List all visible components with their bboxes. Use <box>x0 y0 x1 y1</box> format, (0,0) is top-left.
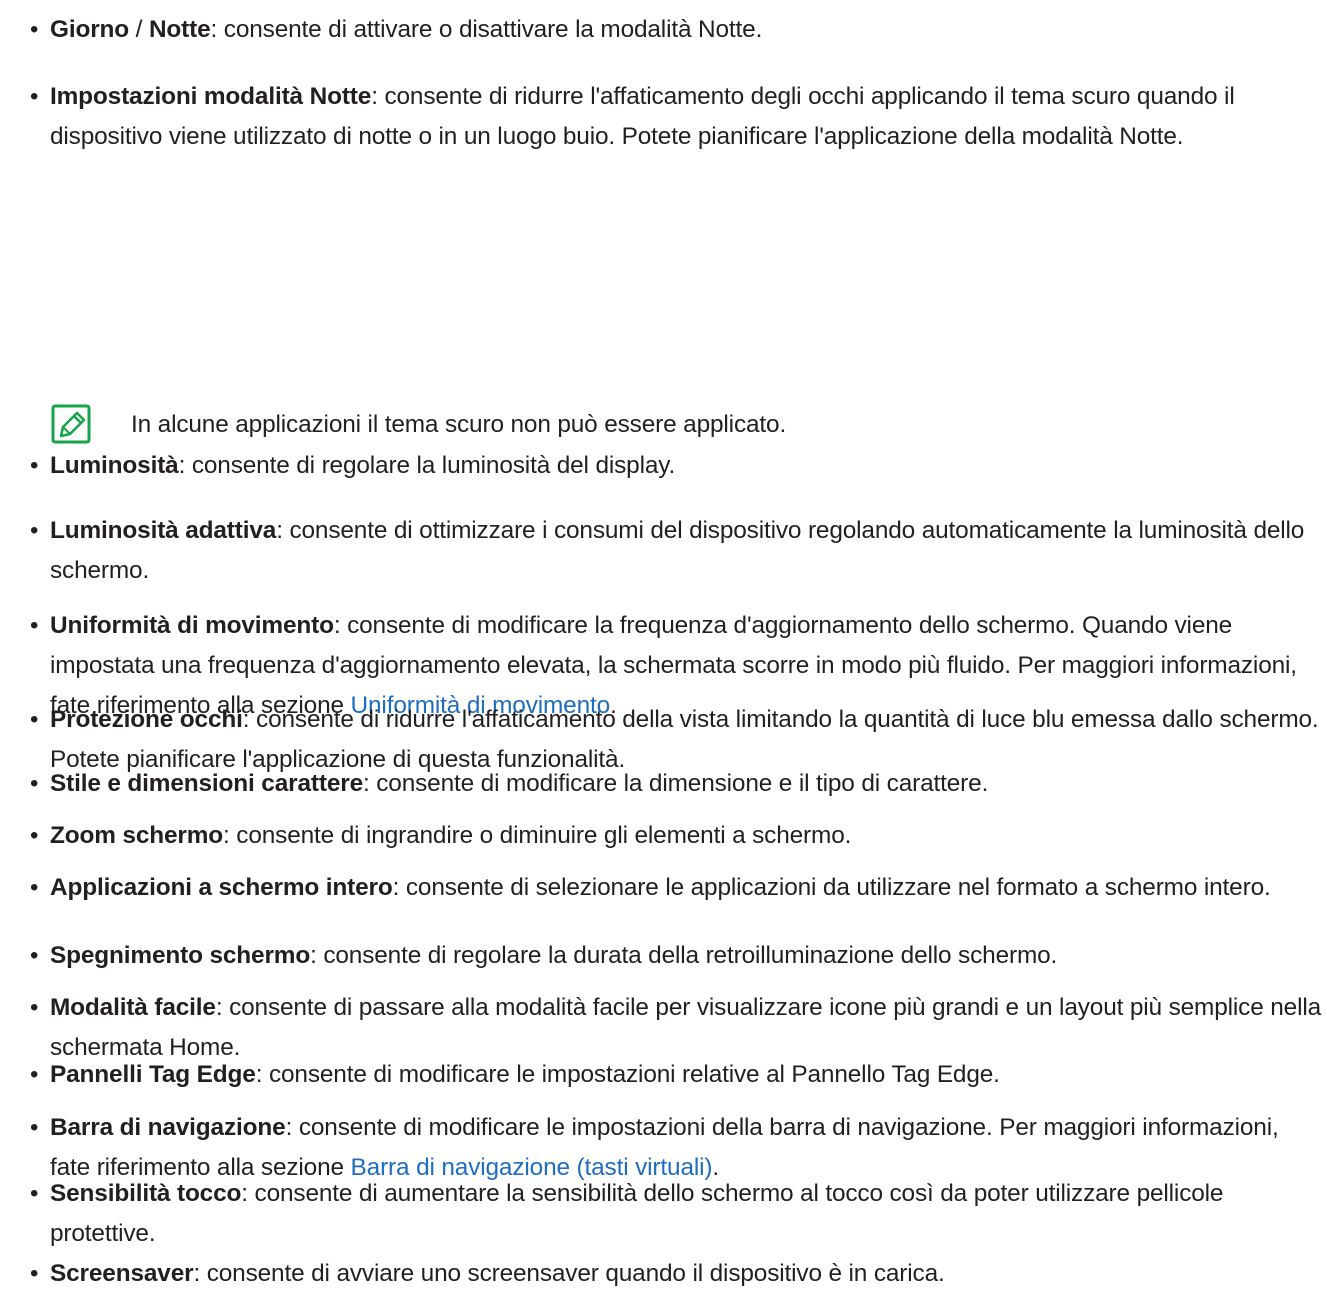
bullet: • <box>30 517 39 544</box>
bullet: • <box>30 942 39 969</box>
item-description: : consente di attivare o disattivare la … <box>210 16 763 43</box>
item-description: : consente di modificare le impostazioni… <box>255 1061 1000 1088</box>
item-term: Protezione occhi <box>50 706 243 733</box>
list-item: • Sensibilità tocco: consente di aumenta… <box>30 1174 1322 1254</box>
bullet: • <box>30 994 39 1021</box>
item-term: Luminosità adattiva <box>50 517 277 544</box>
list-item: • Impostazioni modalità Notte: consente … <box>30 77 1322 157</box>
item-description: : consente di passare alla modalità faci… <box>50 994 1322 1061</box>
bullet: • <box>30 874 39 901</box>
bullet: • <box>30 822 39 849</box>
bullet: • <box>30 706 39 733</box>
item-term: Giorno <box>50 16 130 43</box>
note-text: In alcune applicazioni il tema scuro non… <box>131 411 787 438</box>
item-description: : consente di modificare la dimensione e… <box>363 770 989 797</box>
bullet: • <box>30 612 39 639</box>
item-term: Luminosità <box>50 452 179 479</box>
item-term: Screensaver <box>50 1260 194 1287</box>
item-separator: / <box>129 16 149 43</box>
list-item: • Zoom schermo: consente di ingrandire o… <box>30 816 1322 856</box>
note-callout: In alcune applicazioni il tema scuro non… <box>50 403 1250 447</box>
bullet: • <box>30 770 39 797</box>
item-term: Applicazioni a schermo intero <box>50 874 393 901</box>
bullet: • <box>30 16 39 43</box>
bullet: • <box>30 452 39 479</box>
item-term: Modalità facile <box>50 994 216 1021</box>
list-item: • Spegnimento schermo: consente di regol… <box>30 936 1322 976</box>
item-description: : consente di ingrandire o diminuire gli… <box>223 822 852 849</box>
item-term: Stile e dimensioni carattere <box>50 770 363 797</box>
bullet: • <box>30 1061 39 1088</box>
item-description: : consente di avviare uno screensaver qu… <box>193 1260 945 1287</box>
list-item: • Luminosità: consente di regolare la lu… <box>30 446 1322 486</box>
list-item: • Giorno / Notte: consente di attivare o… <box>30 10 1322 50</box>
bullet: • <box>30 1180 39 1207</box>
document-page: • Giorno / Notte: consente di attivare o… <box>0 0 1327 1301</box>
list-item: • Screensaver: consente di avviare uno s… <box>30 1254 1322 1294</box>
item-term: Notte <box>148 16 211 43</box>
item-term: Impostazioni modalità Notte <box>50 83 372 110</box>
item-term: Zoom schermo <box>50 822 224 849</box>
item-term: Barra di navigazione <box>50 1114 286 1141</box>
bullet: • <box>30 1114 39 1141</box>
item-description: : consente di regolare la luminosità del… <box>178 452 676 479</box>
item-term: Sensibilità tocco <box>50 1180 242 1207</box>
list-item: • Applicazioni a schermo intero: consent… <box>30 868 1322 908</box>
item-term: Spegnimento schermo <box>50 942 311 969</box>
list-item: • Stile e dimensioni carattere: consente… <box>30 764 1322 804</box>
list-item: • Luminosità adattiva: consente di ottim… <box>30 511 1322 591</box>
item-description: : consente di selezionare le applicazion… <box>392 874 1271 901</box>
item-description: : consente di regolare la durata della r… <box>310 942 1058 969</box>
bullet: • <box>30 83 39 110</box>
note-pencil-icon <box>51 404 91 444</box>
bullet: • <box>30 1260 39 1287</box>
item-term: Pannelli Tag Edge <box>50 1061 256 1088</box>
list-item: • Pannelli Tag Edge: consente di modific… <box>30 1055 1322 1095</box>
item-term: Uniformità di movimento <box>50 612 334 639</box>
